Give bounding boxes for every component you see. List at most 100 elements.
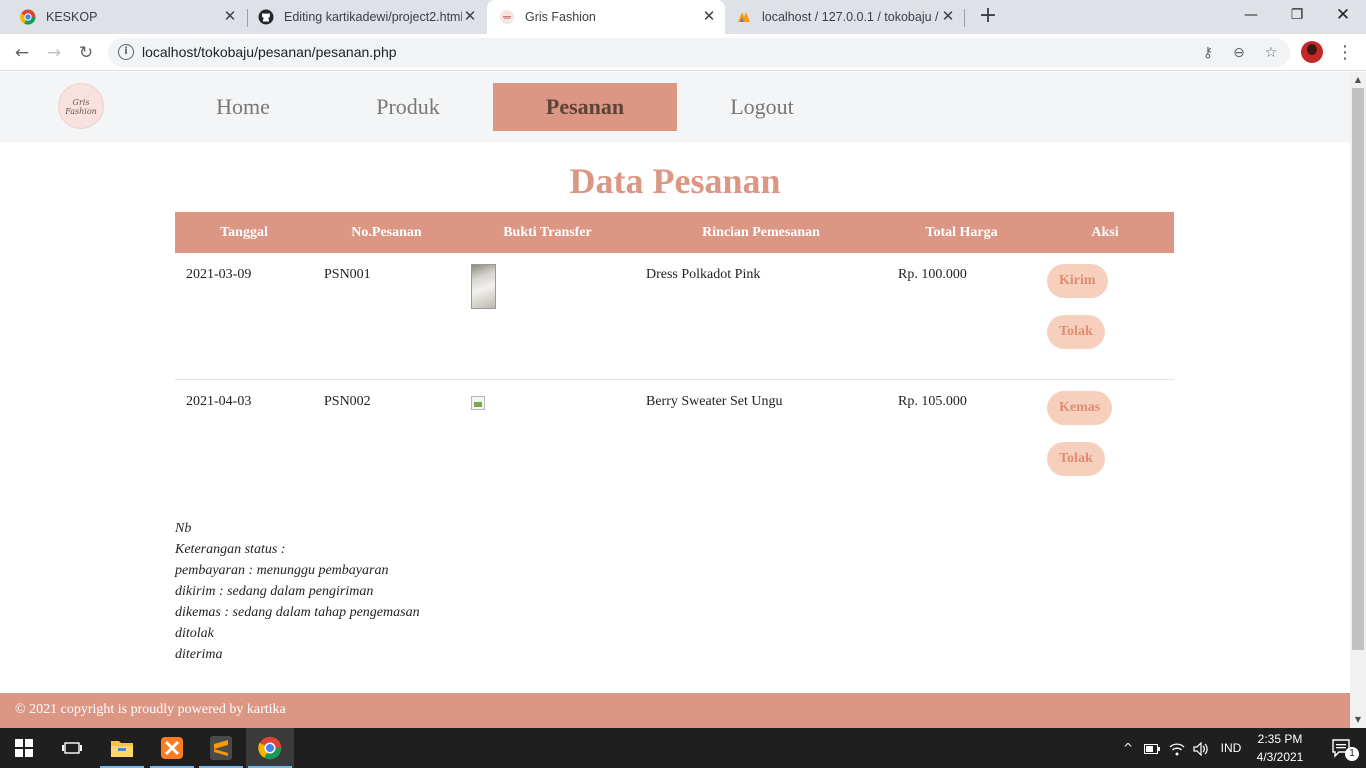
phpmyadmin-icon [738, 12, 750, 22]
scrollbar-thumb[interactable] [1352, 88, 1364, 650]
table-row: 2021-03-09 PSN001 Dress Polkadot Pink Rp… [175, 253, 1174, 380]
notification-count-badge: 1 [1345, 747, 1359, 761]
task-view-icon[interactable] [48, 728, 96, 768]
scroll-down-arrow-icon[interactable]: ▼ [1350, 712, 1366, 728]
chrome-app-icon [20, 9, 36, 25]
notes-line: Keterangan status : [175, 542, 286, 557]
clock-date: 4/3/2021 [1256, 750, 1304, 764]
sublime-text-icon[interactable] [197, 728, 245, 768]
tolak-button[interactable]: Tolak [1047, 315, 1105, 349]
zoom-icon[interactable]: ⊖ [1229, 43, 1249, 63]
column-header-tanggal: Tanggal [175, 212, 313, 253]
site-logo[interactable]: Gris Fashion [58, 83, 104, 129]
footer-copyright: © 2021 copyright is proudly powered by k… [15, 702, 286, 717]
windows-taskbar: ^ IND 2:35 PM 4/3/2021 1 [0, 728, 1366, 768]
broken-image-icon[interactable] [471, 395, 485, 410]
cell-no-pesanan: PSN002 [324, 393, 371, 409]
table-header-row: Tanggal No.Pesanan Bukti Transfer Rincia… [175, 212, 1174, 253]
column-header-total-harga: Total Harga [887, 212, 1036, 253]
logo-text-gris: Gris [72, 98, 90, 107]
address-bar-url[interactable]: localhost/tokobaju/pesanan/pesanan.php [142, 44, 397, 60]
wifi-icon[interactable] [1166, 728, 1188, 768]
cell-no-pesanan: PSN001 [313, 253, 460, 380]
kemas-button[interactable]: Kemas [1047, 390, 1113, 425]
cell-total-harga: Rp. 105.000 [898, 393, 967, 409]
tab-title: localhost / 127.0.0.1 / tokobaju / [762, 10, 939, 24]
browser-menu-icon[interactable]: ⋮ [1336, 39, 1354, 67]
page-title: Data Pesanan [569, 161, 781, 201]
browser-tab-gris-fashion[interactable]: Gris Fashion ✕ [487, 0, 725, 34]
close-tab-icon[interactable]: ✕ [462, 9, 478, 25]
system-clock[interactable]: 2:35 PM 4/3/2021 [1248, 730, 1312, 766]
tab-divider [964, 9, 965, 27]
nav-pesanan[interactable]: Pesanan [493, 83, 677, 131]
notes-line: dikemas : sedang dalam tahap pengemasan [175, 605, 420, 620]
battery-icon[interactable] [1142, 728, 1162, 768]
back-icon[interactable]: ← [8, 39, 36, 67]
column-header-rincian: Rincian Pemesanan [635, 212, 887, 253]
chrome-taskbar-icon[interactable] [246, 728, 294, 768]
file-explorer-icon[interactable] [98, 728, 146, 768]
browser-tab-strip: KESKOP ✕ Editing kartikadewi/project2.ht… [0, 0, 1366, 34]
notes-line: dikirim : sedang dalam pengiriman [175, 584, 374, 599]
profile-avatar[interactable] [1301, 41, 1323, 63]
reload-icon[interactable]: ↻ [72, 39, 100, 67]
browser-tab-phpmyadmin[interactable]: localhost / 127.0.0.1 / tokobaju / ✕ [726, 0, 964, 34]
notes-line: pembayaran : menunggu pembayaran [175, 563, 389, 578]
logo-text-fashion: Fashion [65, 107, 97, 116]
new-tab-icon[interactable]: + [976, 5, 1000, 29]
restore-icon[interactable]: ❐ [1274, 0, 1320, 30]
scroll-up-arrow-icon[interactable]: ▲ [1350, 72, 1366, 88]
nav-logout[interactable]: Logout [687, 83, 837, 131]
key-icon[interactable]: ⚷ [1198, 43, 1218, 63]
browser-tab-keskop[interactable]: KESKOP ✕ [8, 0, 246, 34]
browser-tab-github[interactable]: Editing kartikadewi/project2.html ✕ [248, 0, 486, 34]
site-info-icon[interactable]: i [118, 44, 134, 60]
close-tab-icon[interactable]: ✕ [940, 9, 956, 25]
cell-rincian: Dress Polkadot Pink [635, 253, 887, 380]
page-scrollbar[interactable]: ▲ ▼ [1350, 72, 1366, 728]
column-header-bukti-transfer: Bukti Transfer [460, 212, 635, 253]
window-close-icon[interactable]: ✕ [1320, 0, 1366, 30]
xampp-icon[interactable] [148, 728, 196, 768]
address-bar[interactable]: i localhost/tokobaju/pesanan/pesanan.php… [108, 38, 1290, 67]
kirim-button[interactable]: Kirim [1047, 264, 1108, 298]
minimize-icon[interactable]: — [1228, 0, 1274, 30]
cell-aksi: Kirim Tolak [1036, 253, 1174, 380]
nav-produk[interactable]: Produk [333, 83, 483, 131]
site-header: Gris Fashion Home Produk Pesanan Logout [0, 72, 1350, 142]
status-notes: Nb Keterangan status : pembayaran : menu… [175, 518, 420, 665]
cell-bukti-transfer [460, 379, 635, 505]
cell-total-harga: Rp. 100.000 [887, 253, 1036, 380]
notes-line: ditolak [175, 626, 214, 641]
volume-icon[interactable] [1190, 728, 1212, 768]
column-header-no-pesanan: No.Pesanan [313, 212, 460, 253]
github-icon [258, 9, 274, 25]
cell-aksi: Kemas Tolak [1036, 379, 1174, 505]
notes-line: diterima [175, 647, 223, 662]
notification-center-icon[interactable]: 1 [1318, 728, 1366, 768]
tab-title: KESKOP [46, 10, 98, 24]
forward-icon[interactable]: → [40, 39, 68, 67]
transfer-proof-image[interactable] [471, 264, 496, 309]
tab-title: Editing kartikadewi/project2.html [284, 10, 462, 24]
close-tab-icon[interactable]: ✕ [222, 9, 238, 25]
nav-home[interactable]: Home [168, 83, 318, 131]
input-language[interactable]: IND [1214, 728, 1248, 768]
tolak-button[interactable]: Tolak [1047, 441, 1105, 476]
browser-toolbar: ← → ↻ i localhost/tokobaju/pesanan/pesan… [0, 34, 1366, 71]
page-viewport: Gris Fashion Home Produk Pesanan Logout … [0, 72, 1350, 728]
tray-chevron-up-icon[interactable]: ^ [1118, 728, 1138, 768]
close-tab-icon[interactable]: ✕ [701, 9, 717, 25]
site-footer: © 2021 copyright is proudly powered by k… [0, 693, 1350, 728]
column-header-aksi: Aksi [1036, 212, 1174, 253]
notes-line: Nb [175, 521, 192, 536]
bookmark-star-icon[interactable]: ☆ [1261, 43, 1281, 63]
gris-fashion-icon [500, 10, 514, 24]
windows-start-icon[interactable] [0, 728, 48, 768]
clock-time: 2:35 PM [1257, 732, 1303, 746]
cell-rincian: Berry Sweater Set Ungu [646, 393, 783, 409]
cell-tanggal: 2021-04-03 [186, 393, 252, 409]
orders-table: Tanggal No.Pesanan Bukti Transfer Rincia… [175, 212, 1174, 505]
table-row: 2021-04-03 PSN002 Berry Sweater Set Ungu… [175, 379, 1174, 505]
